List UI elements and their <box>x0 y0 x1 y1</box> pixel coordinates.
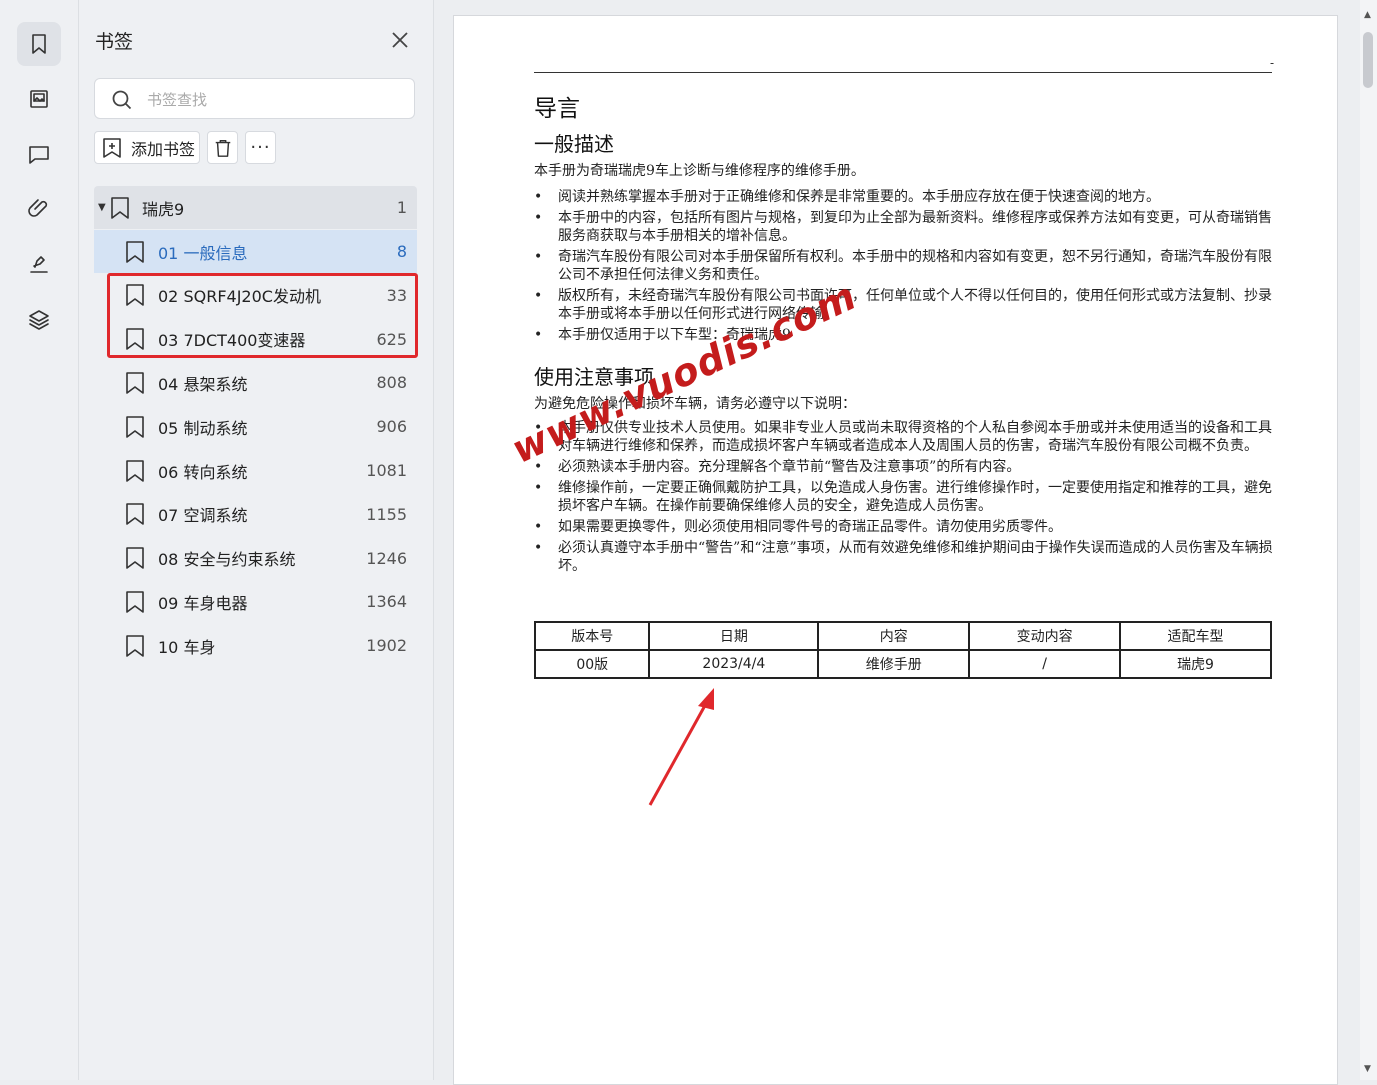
bullet-item: 本手册中的内容，包括所有图片与规格，到复印为止全部为最新资料。维修程序或保养方法… <box>534 209 1274 245</box>
bookmark-icon <box>125 415 147 439</box>
scroll-up-icon[interactable]: ▲ <box>1364 10 1371 20</box>
search-icon <box>112 90 132 110</box>
add-bookmark-label: 添加书签 <box>131 139 196 159</box>
scroll-down-icon[interactable]: ▼ <box>1364 1064 1371 1074</box>
bookmark-page: 906 <box>376 417 407 437</box>
section-intro: 本手册为奇瑞瑞虎9车上诊断与维修程序的维修手册。 <box>534 163 865 179</box>
bookmark-page: 1155 <box>366 504 407 524</box>
bookmark-label: 01 一般信息 <box>158 243 248 263</box>
bookmark-icon <box>125 371 147 395</box>
vertical-scrollbar[interactable]: ▲ ▼ <box>1360 0 1377 1080</box>
bookmark-page: 1081 <box>366 461 407 480</box>
bullet-item: 维修操作前，一定要正确佩戴防护工具，以免造成人身伤害。进行维修操作时，一定要使用… <box>534 479 1274 515</box>
bookmark-item[interactable]: 07 空调系统 1155 <box>94 493 417 536</box>
layers-icon[interactable] <box>17 297 61 341</box>
add-bookmark-icon <box>103 137 121 158</box>
bookmark-icon <box>110 196 132 220</box>
bookmark-icon[interactable] <box>17 22 61 66</box>
attachment-icon[interactable] <box>17 187 61 231</box>
bookmark-icon <box>125 502 147 526</box>
search-input[interactable] <box>145 87 399 113</box>
bookmark-root[interactable]: ▼ 瑞虎9 1 <box>94 186 417 229</box>
page-title: 导言 <box>534 96 580 122</box>
bookmark-page: 1246 <box>366 548 407 568</box>
panel-title: 书签 <box>95 31 134 53</box>
table-row: 00版 2023/4/4 维修手册 / 瑞虎9 <box>533 649 1272 679</box>
bookmark-label: 10 车身 <box>158 637 216 657</box>
image-icon[interactable] <box>17 77 61 121</box>
trash-icon <box>215 139 230 157</box>
scroll-thumb[interactable] <box>1363 32 1373 88</box>
bookmark-item[interactable]: 04 悬架系统 808 <box>94 361 417 404</box>
bullet-list: 阅读并熟练掌握本手册对于正确维修和保养是非常重要的。本手册应存放在便于快速查阅的… <box>534 188 1274 347</box>
bookmark-page: 1364 <box>366 592 407 612</box>
signature-icon[interactable] <box>17 242 61 286</box>
bookmark-item[interactable]: 05 制动系统 906 <box>94 405 417 448</box>
bookmark-item[interactable]: 08 安全与约束系统 1246 <box>94 537 417 580</box>
bullet-item: 版权所有，未经奇瑞汽车股份有限公司书面许可，任何单位或个人不得以任何目的，使用任… <box>534 287 1274 323</box>
table-header-cell: 版本号 <box>533 621 651 651</box>
bullet-item: 如果需要更换零件，则必须使用相同零件号的奇瑞正品零件。请勿使用劣质零件。 <box>534 518 1274 536</box>
bookmark-label: 07 空调系统 <box>158 506 248 526</box>
expand-triangle-icon[interactable]: ▼ <box>98 202 106 213</box>
bookmark-item[interactable]: 01 一般信息 8 <box>94 230 417 273</box>
bookmark-icon <box>125 459 147 483</box>
table-cell: 瑞虎9 <box>1119 649 1272 679</box>
bookmark-label: 05 制动系统 <box>158 418 248 438</box>
more-button[interactable]: ··· <box>245 131 276 164</box>
bullet-item: 本手册仅适用于以下车型：奇瑞瑞虎9 <box>534 326 1274 344</box>
bookmark-item[interactable]: 10 车身 1902 <box>94 624 417 667</box>
bookmark-panel: 书签 添加书签 ··· ▼ 瑞虎9 1 01 一般信息802 SQRF4J20C… <box>79 0 434 1080</box>
bookmark-icon <box>125 634 147 658</box>
bookmark-label: 09 车身电器 <box>158 593 248 613</box>
annotation-arrow <box>648 688 714 806</box>
table-header-cell: 变动内容 <box>968 621 1122 651</box>
bookmark-icon <box>125 240 147 264</box>
annotation-highlight-box <box>107 273 418 358</box>
document-viewer[interactable]: - 导言 一般描述 本手册为奇瑞瑞虎9车上诊断与维修程序的维修手册。 阅读并熟练… <box>434 0 1360 1085</box>
table-cell: 00版 <box>533 649 651 679</box>
bookmark-search <box>94 78 415 119</box>
version-table: 版本号 日期 内容 变动内容 适配车型 00版 2023/4/4 维修手册 / 瑞虎9 <box>533 621 1272 679</box>
table-header-cell: 日期 <box>648 621 820 651</box>
bookmark-page: 808 <box>376 373 407 393</box>
bullet-item: 必须认真遵守本手册中“警告”和“注意”事项，从而有效避免维修和维护期间由于操作失… <box>534 539 1274 575</box>
comment-icon[interactable] <box>17 132 61 176</box>
table-header-row: 版本号 日期 内容 变动内容 适配车型 <box>533 621 1272 651</box>
table-header-cell: 适配车型 <box>1119 621 1272 651</box>
delete-bookmark-button[interactable] <box>207 131 238 164</box>
table-cell: 维修手册 <box>817 649 971 679</box>
header-rule <box>534 72 1272 73</box>
bullet-item: 必须熟读本手册内容。充分理解各个章节前“警告及注意事项”的所有内容。 <box>534 458 1274 476</box>
more-icon: ··· <box>250 137 271 158</box>
bookmark-label: 瑞虎9 <box>142 199 185 219</box>
bullet-item: 阅读并熟练掌握本手册对于正确维修和保养是非常重要的。本手册应存放在便于快速查阅的… <box>534 188 1274 206</box>
bookmark-page: 8 <box>396 242 407 261</box>
header-dash: - <box>1269 56 1274 70</box>
bookmark-label: 08 安全与约束系统 <box>158 550 296 570</box>
add-bookmark-button[interactable]: 添加书签 <box>94 131 200 164</box>
bookmark-page: 1 <box>396 198 407 217</box>
table-header-cell: 内容 <box>817 621 971 651</box>
left-tool-rail <box>0 0 79 1080</box>
bullet-list: 本手册仅供专业技术人员使用。如果非专业人员或尚未取得资格的个人私自参阅本手册或并… <box>534 419 1274 578</box>
bookmark-label: 06 转向系统 <box>158 462 248 482</box>
bookmark-item[interactable]: 09 车身电器 1364 <box>94 580 417 623</box>
close-icon[interactable] <box>387 27 413 53</box>
bookmark-label: 04 悬架系统 <box>158 374 248 394</box>
bullet-item: 奇瑞汽车股份有限公司对本手册保留所有权利。本手册中的规格和内容如有变更，恕不另行… <box>534 248 1274 284</box>
bookmark-icon <box>125 546 147 570</box>
bullet-item: 本手册仅供专业技术人员使用。如果非专业人员或尚未取得资格的个人私自参阅本手册或并… <box>534 419 1274 455</box>
bookmark-icon <box>125 590 147 614</box>
bookmark-page: 1902 <box>366 636 407 656</box>
bookmark-item[interactable]: 06 转向系统 1081 <box>94 449 417 492</box>
table-cell: / <box>968 649 1122 679</box>
table-cell: 2023/4/4 <box>648 649 820 679</box>
section-title: 一般描述 <box>534 132 614 156</box>
document-page: - 导言 一般描述 本手册为奇瑞瑞虎9车上诊断与维修程序的维修手册。 阅读并熟练… <box>453 15 1338 1085</box>
